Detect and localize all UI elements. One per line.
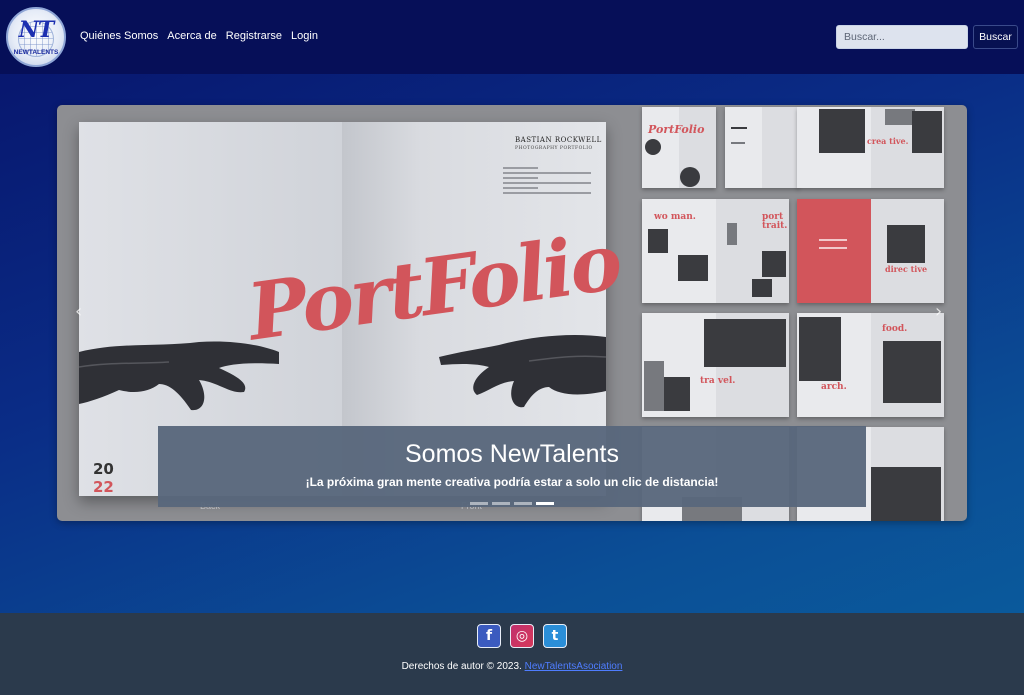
carousel-caption: Somos NewTalents ¡La próxima gran mente … (158, 426, 866, 507)
thumb-food-arch: food. arch. (797, 313, 944, 417)
copyright-text: Derechos de autor © 2023. (401, 661, 522, 672)
carousel-indicators (470, 502, 554, 505)
twitter-icon[interactable]: t (543, 624, 567, 648)
copyright-link[interactable]: NewTalentsAsociation (525, 661, 623, 672)
instagram-icon[interactable]: ◎ (510, 624, 534, 648)
social-links: f ◎ t (477, 624, 567, 648)
contact-lines (503, 167, 591, 197)
logo-wordmark: NEWTALENTS (13, 49, 59, 56)
carousel-prev-icon[interactable]: ‹ (75, 303, 87, 321)
left-hand-image (79, 341, 279, 411)
page-number: 20 22 (93, 460, 114, 496)
thumb-creative (725, 107, 799, 188)
right-hand-image (439, 334, 606, 408)
thumb-travel: tra vel. (642, 313, 789, 417)
footer: f ◎ t Derechos de autor © 2023. NewTalen… (0, 613, 1024, 695)
caption-text: ¡La próxima gran mente creativa podría e… (305, 475, 719, 489)
carousel-indicator-4[interactable] (536, 502, 554, 505)
thumb-portfolio-cover: PortFolio (642, 107, 716, 188)
portfolio-author: BASTIAN ROCKWELL (515, 136, 602, 144)
nav-links: Quiénes Somos Acerca de Registrarse Logi… (80, 30, 327, 42)
search-input[interactable] (836, 25, 968, 49)
carousel-next-icon[interactable]: › (935, 303, 947, 321)
carousel-indicator-1[interactable] (470, 502, 488, 505)
thumb-directive: direc tive (797, 199, 944, 303)
facebook-icon[interactable]: f (477, 624, 501, 648)
nav-link-login[interactable]: Login (291, 30, 318, 42)
nav-link-quienes-somos[interactable]: Quiénes Somos (80, 30, 158, 42)
search-button[interactable]: Buscar (973, 25, 1018, 49)
nav-link-registrarse[interactable]: Registrarse (226, 30, 282, 42)
portfolio-subtitle: PHOTOGRAPHY PORTFOLIO (515, 146, 593, 151)
thumb-woman-portrait: wo man. port trait. (642, 199, 789, 303)
thumb-creative-spread: crea tive. (797, 107, 944, 188)
logo-monogram: NT (18, 17, 54, 43)
carousel-indicator-3[interactable] (514, 502, 532, 505)
navbar: NT NEWTALENTS Quiénes Somos Acerca de Re… (0, 0, 1024, 74)
newtalents-logo[interactable]: NT NEWTALENTS (6, 7, 66, 67)
nav-link-acerca-de[interactable]: Acerca de (167, 30, 217, 42)
carousel-indicator-2[interactable] (492, 502, 510, 505)
caption-title: Somos NewTalents (405, 440, 619, 468)
copyright: Derechos de autor © 2023. NewTalentsAsoc… (0, 661, 1024, 672)
